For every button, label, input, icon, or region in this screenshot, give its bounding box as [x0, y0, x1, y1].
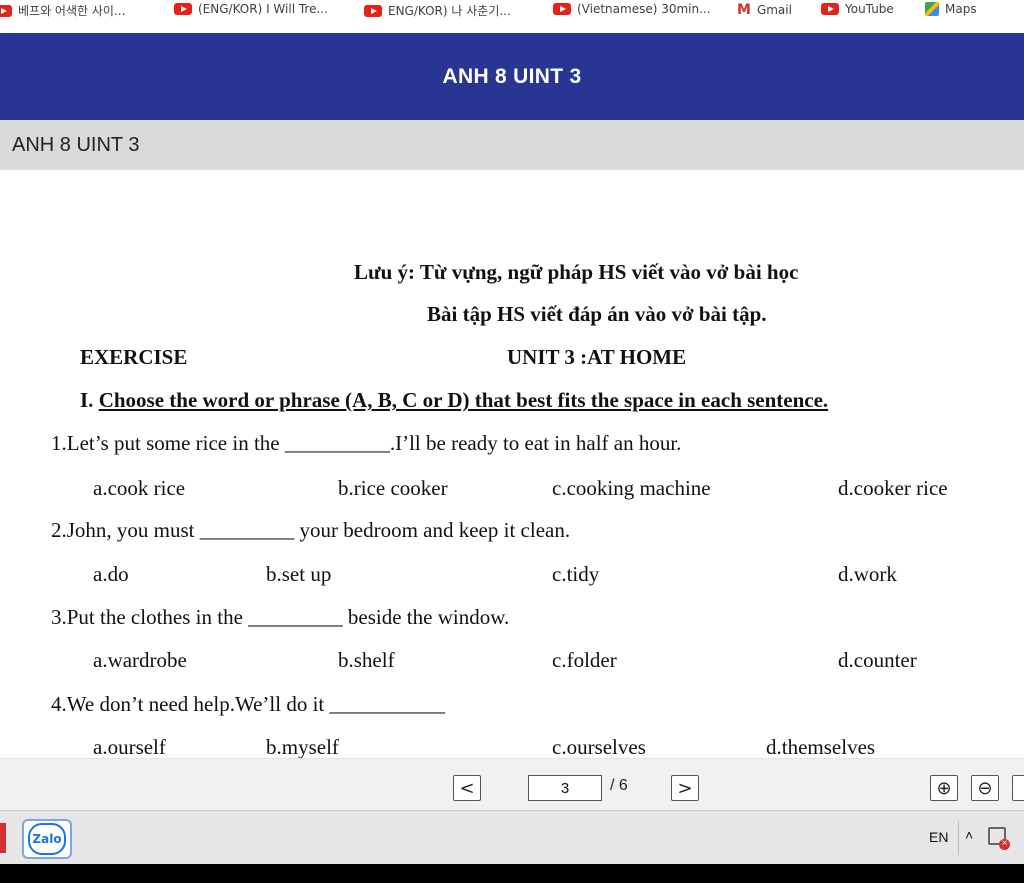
bookmark-item[interactable]: (Vietnamese) 30min... [553, 2, 711, 16]
question-1-option-d: d.cooker rice [838, 476, 948, 500]
bookmark-maps[interactable]: Maps [925, 2, 977, 16]
question-3-option-c: c.folder [552, 648, 617, 672]
taskbar-app-edge[interactable] [0, 823, 6, 853]
zalo-app-button[interactable]: Zalo [22, 819, 72, 859]
unit-label: UNIT 3 :AT HOME [507, 345, 687, 369]
question-3-option-d: d.counter [838, 648, 917, 672]
question-1: 1.Let’s put some rice in the __________.… [51, 431, 682, 455]
youtube-icon [174, 3, 192, 15]
document-title-bar: ANH 8 UINT 3 [0, 120, 1024, 170]
bookmark-item[interactable]: (ENG/KOR) I Will Tre... [174, 2, 328, 16]
question-4-option-a: a.ourself [93, 735, 166, 759]
question-1-option-c: c.cooking machine [552, 476, 711, 500]
bookmark-label: Gmail [756, 3, 792, 17]
question-4-option-d: d.themselves [766, 735, 876, 759]
network-disconnected-icon[interactable] [988, 827, 1010, 850]
question-1-option-a: a.cook rice [93, 476, 186, 500]
zoom-in-icon: ⊕ [936, 777, 952, 799]
page-title-text: ANH 8 UINT 3 [442, 64, 582, 88]
next-page-button[interactable]: > [671, 775, 699, 801]
bookmark-item[interactable]: 베프와 어색한 사이... [0, 2, 125, 19]
bookmark-gmail[interactable]: M Gmail [737, 2, 792, 18]
chevron-left-icon: < [459, 777, 475, 799]
tray-divider [958, 821, 959, 855]
question-2-option-a: a.do [93, 562, 129, 586]
language-indicator[interactable]: EN [929, 829, 948, 845]
page-number-input[interactable] [528, 775, 602, 801]
bookmark-item[interactable]: ENG/KOR) 나 사춘기... [364, 2, 511, 19]
bookmark-youtube[interactable]: YouTube [821, 2, 894, 16]
question-2-option-b: b.set up [266, 562, 332, 586]
bookmark-label: YouTube [845, 2, 894, 16]
tray-expand-icon[interactable]: ˄ [965, 827, 973, 843]
zoom-out-button[interactable]: ⊖ [971, 775, 999, 801]
zalo-icon: Zalo [28, 823, 66, 855]
document-title: ANH 8 UINT 3 [12, 134, 140, 156]
section-heading: I. Choose the word or phrase (A, B, C or… [80, 388, 828, 413]
prev-page-button[interactable]: < [453, 775, 481, 801]
question-3-option-b: b.shelf [338, 648, 395, 672]
zoom-out-icon: ⊖ [977, 777, 993, 799]
question-3: 3.Put the clothes in the _________ besid… [51, 605, 510, 629]
note-line-2: Bài tập HS viết đáp án vào vở bài tập. [427, 302, 767, 326]
question-4-option-c: c.ourselves [552, 735, 646, 759]
question-4-option-b: b.myself [266, 735, 339, 759]
youtube-icon [821, 3, 839, 15]
bookmarks-bar: 베프와 어색한 사이... (ENG/KOR) I Will Tre... EN… [0, 0, 1024, 20]
maps-icon [925, 2, 939, 16]
youtube-icon [364, 4, 382, 17]
question-3-option-a: a.wardrobe [93, 648, 187, 672]
gmail-icon: M [737, 2, 751, 18]
toolbar-overflow-button[interactable] [1012, 775, 1024, 801]
page-total: / 6 [610, 777, 628, 794]
youtube-icon [0, 4, 12, 17]
question-1-option-b: b.rice cooker [338, 476, 448, 500]
screen-bottom-edge [0, 864, 1024, 883]
section-number: I. [80, 388, 94, 412]
question-2-option-d: d.work [838, 562, 897, 586]
note-line-1: Lưu ý: Từ vựng, ngữ pháp HS viết vào vở … [354, 260, 799, 284]
page-title: ANH 8 UINT 3 [0, 33, 1024, 120]
exercise-label: EXERCISE [80, 345, 188, 369]
chevron-right-icon: > [677, 777, 693, 799]
bookmark-label: 베프와 어색한 사이... [18, 4, 126, 18]
pagination-bar: < / 6 > ⊕ ⊖ [0, 758, 1024, 811]
bookmark-label: ENG/KOR) 나 사춘기... [388, 4, 511, 18]
bookmark-label: (Vietnamese) 30min... [577, 2, 711, 16]
zalo-label: Zalo [32, 832, 62, 846]
taskbar: Zalo EN ˄ [0, 810, 1024, 865]
question-2: 2.John, you must _________ your bedroom … [51, 518, 571, 542]
youtube-icon [553, 3, 571, 15]
bookmark-label: Maps [945, 2, 977, 16]
question-4: 4.We don’t need help.We’ll do it _______… [51, 692, 445, 716]
document-page: Lưu ý: Từ vựng, ngữ pháp HS viết vào vở … [0, 176, 1024, 759]
bookmark-label: (ENG/KOR) I Will Tre... [198, 2, 328, 16]
zoom-in-button[interactable]: ⊕ [930, 775, 958, 801]
section-title: Choose the word or phrase (A, B, C or D)… [98, 388, 829, 412]
question-2-option-c: c.tidy [552, 562, 600, 586]
